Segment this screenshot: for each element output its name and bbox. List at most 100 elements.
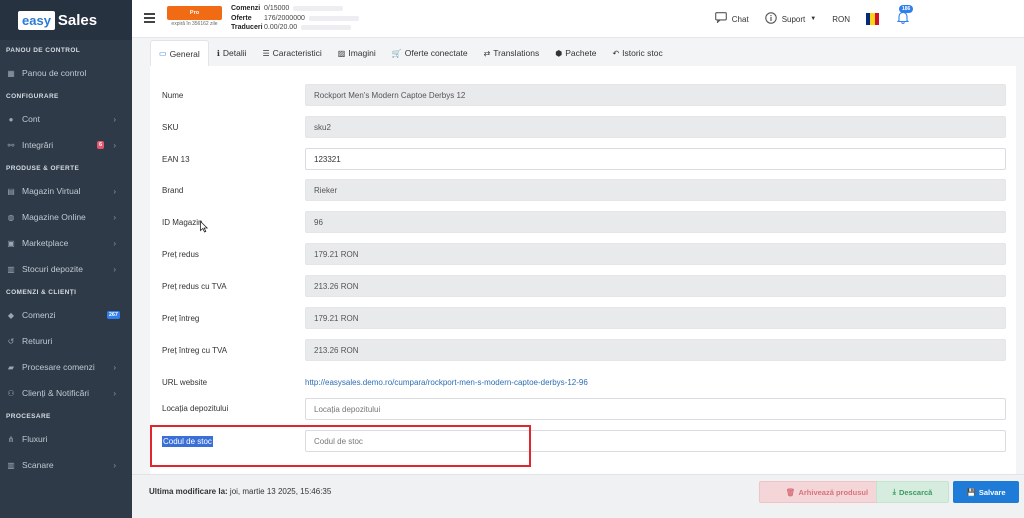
sidebar-item-label: Fluxuri (22, 434, 48, 444)
field-input-sku[interactable] (305, 116, 1006, 138)
last-modified: Ultima modificare la: joi, martie 13 202… (149, 487, 331, 496)
field-input-nume[interactable] (305, 84, 1006, 106)
product-tabs: ▭ General ℹ Detalii ☰ Caracteristici ▨ I… (132, 38, 1024, 66)
logo[interactable]: easy Sales (0, 0, 132, 40)
field-row-sku: SKU (150, 116, 1016, 140)
sidebar-item-comenzi[interactable]: ◆ Comenzi 267 (0, 302, 132, 328)
tab-detalii[interactable]: ℹ Detalii (209, 40, 255, 66)
tab-caracteristici[interactable]: ☰ Caracteristici (254, 40, 329, 66)
sidebar-item-marketplace[interactable]: ▣ Marketplace › (0, 230, 132, 256)
sidebar-item-clien-i-notific-ri[interactable]: ⚇ Clienți & Notificări › (0, 380, 132, 406)
store-icon: ▤ (7, 186, 15, 196)
romania-flag-icon[interactable] (866, 13, 879, 25)
sidebar-item-badge: 6 (96, 141, 104, 149)
history-icon: ↶ (612, 48, 620, 58)
tab-istoric-stoc[interactable]: ↶ Istoric stoc (604, 40, 670, 66)
bottom-bar: Ultima modificare la: joi, martie 13 202… (132, 474, 1024, 518)
sidebar-item-label: Marketplace (22, 238, 69, 248)
field-input-pre-ntreg-cu-tva[interactable] (305, 339, 1006, 361)
general-form: Nume SKU EAN 13 Brand ID Magazin Preț re… (150, 66, 1016, 474)
tab-general[interactable]: ▭ General (150, 40, 209, 66)
location-input[interactable] (305, 398, 1006, 420)
sidebar-item-procesare-comenzi[interactable]: ▰ Procesare comenzi › (0, 354, 132, 380)
tab-label: General (169, 48, 200, 59)
sidebar-item-fluxuri[interactable]: ⋔ Fluxuri (0, 426, 132, 452)
tab-oferte-conectate[interactable]: 🛒 Oferte conectate (384, 40, 476, 66)
sidebar-section-title: PRODUSE & OFERTE (6, 164, 80, 172)
logo-sales: Sales (57, 11, 98, 29)
plan-badge[interactable]: Pro expiră în 356162 zile (167, 6, 222, 27)
top-bar: Pro expiră în 356162 zile Comenzi 0/15000… (132, 0, 1024, 38)
field-input-id-magazin[interactable] (305, 211, 1006, 233)
tab-pachete[interactable]: ⬢ Pachete (547, 40, 604, 66)
archive-product-button[interactable]: 🗑 Arhivează produsul (759, 481, 895, 503)
field-input-brand[interactable] (305, 179, 1006, 201)
last-modified-label: Ultima modificare la: (149, 487, 228, 496)
tab-label: Caracteristici (272, 48, 322, 58)
tab-translations[interactable]: ⇄ Translations (476, 40, 548, 66)
sidebar-item-magazine-online[interactable]: ◍ Magazine Online › (0, 204, 132, 230)
quota-bar (293, 6, 344, 12)
translate-icon: ⇄ (483, 48, 491, 58)
tab-label: Istoric stoc (622, 48, 663, 58)
sidebar-item-panou-de-control[interactable]: ▦ Panou de control (0, 60, 132, 86)
plan-name: Pro (167, 6, 222, 20)
quota-bar (308, 15, 359, 21)
sidebar-item-label: Scanare (22, 460, 54, 470)
barcode-icon: ▥ (7, 460, 15, 470)
sidebar-item-label: Integrări (22, 140, 54, 150)
return-icon: ↺ (7, 336, 15, 346)
sidebar-item-scanare[interactable]: ▥ Scanare › (0, 452, 132, 478)
tag-icon: ◆ (7, 310, 15, 320)
image-icon: ▨ (337, 48, 346, 58)
url-website-link[interactable]: http://easysales.demo.ro/cumpara/rockpor… (305, 378, 588, 387)
field-input-pre-redus-cu-tva[interactable] (305, 275, 1006, 297)
save-icon: 💾 (966, 487, 976, 497)
chat-icon (714, 12, 727, 26)
sidebar: easy Sales PANOU DE CONTROL ▦ Panou de c… (0, 0, 132, 518)
save-label: Salvare (978, 487, 1006, 497)
sidebar-item-stocuri-depozite[interactable]: ▥ Stocuri depozite › (0, 256, 132, 282)
field-row-pre-ntreg: Preț întreg (150, 307, 1016, 331)
chevron-right-icon: › (113, 388, 116, 398)
sidebar-item-label: Procesare comenzi (22, 362, 95, 372)
marketplace-icon: ▣ (7, 238, 15, 248)
cart-icon: 🛒 (391, 48, 402, 58)
trash-icon: 🗑 (785, 487, 796, 497)
sidebar-item-label: Comenzi (22, 310, 56, 320)
quota-value: 176/2000000 (264, 14, 305, 22)
menu-toggle-icon[interactable] (144, 13, 155, 23)
chevron-right-icon: › (113, 264, 116, 274)
field-input-pre-ntreg[interactable] (305, 307, 1006, 329)
notifications-bell[interactable]: 186 (896, 5, 914, 27)
quota-row: Traduceri 0.00/20.00 (231, 23, 359, 33)
field-input-pre-redus[interactable] (305, 243, 1006, 265)
save-button[interactable]: 💾 Salvare (953, 481, 1019, 503)
support-label: Suport (781, 14, 806, 24)
truck-icon: ▰ (7, 362, 15, 372)
flow-icon: ⋔ (7, 434, 15, 444)
sidebar-item-cont[interactable]: ● Cont › (0, 106, 132, 132)
globe-icon: ◍ (7, 212, 15, 222)
field-label-nume: Nume (162, 91, 184, 100)
field-label-pre-redus: Preț redus (162, 250, 199, 259)
warehouse-icon: ▥ (7, 264, 15, 274)
tab-imagini[interactable]: ▨ Imagini (330, 40, 384, 66)
notifications-count: 186 (899, 5, 914, 13)
currency-selector[interactable]: RON (832, 15, 850, 24)
field-label-id-magazin: ID Magazin (162, 218, 203, 227)
support-dropdown[interactable]: Suport ▼ (764, 11, 816, 27)
chevron-right-icon: › (113, 460, 116, 470)
sidebar-item-magazin-virtual[interactable]: ▤ Magazin Virtual › (0, 178, 132, 204)
download-button[interactable]: ⤓ Descarcă (876, 481, 949, 503)
url-website-label: URL website (162, 378, 208, 387)
sidebar-nav: PANOU DE CONTROL ▦ Panou de control CONF… (0, 40, 132, 478)
field-input-ean-13[interactable] (305, 148, 1006, 170)
chat-button[interactable]: Chat (714, 12, 749, 26)
sidebar-item-retururi[interactable]: ↺ Retururi (0, 328, 132, 354)
sidebar-item-label: Magazine Online (22, 212, 86, 222)
chevron-right-icon: › (113, 186, 116, 196)
location-row: Locația depozitului (150, 398, 1016, 422)
sidebar-section-title: COMENZI & CLIENȚI (6, 288, 77, 296)
sidebar-item-integr-ri[interactable]: ⚯ Integrări 6 › (0, 132, 132, 158)
